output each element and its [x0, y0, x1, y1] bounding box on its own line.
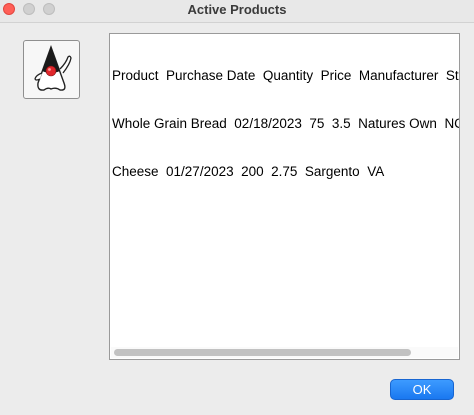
products-text-area[interactable]: Product Purchase Date Quantity Price Man…: [109, 33, 460, 360]
text-line-2: Cheese 01/27/2023 200 2.75 Sargento VA: [112, 164, 385, 179]
text-line-header: Product Purchase Date Quantity Price Man…: [112, 68, 460, 83]
title-bar: Active Products: [0, 0, 474, 23]
text-line-1: Whole Grain Bread 02/18/2023 75 3.5 Natu…: [112, 116, 460, 131]
ok-button[interactable]: OK: [390, 379, 454, 400]
horizontal-scroll-thumb[interactable]: [114, 349, 411, 356]
text-content: Product Purchase Date Quantity Price Man…: [112, 36, 460, 212]
java-duke-icon: [23, 40, 80, 99]
window-title: Active Products: [187, 2, 287, 17]
horizontal-scrollbar[interactable]: [111, 347, 458, 358]
